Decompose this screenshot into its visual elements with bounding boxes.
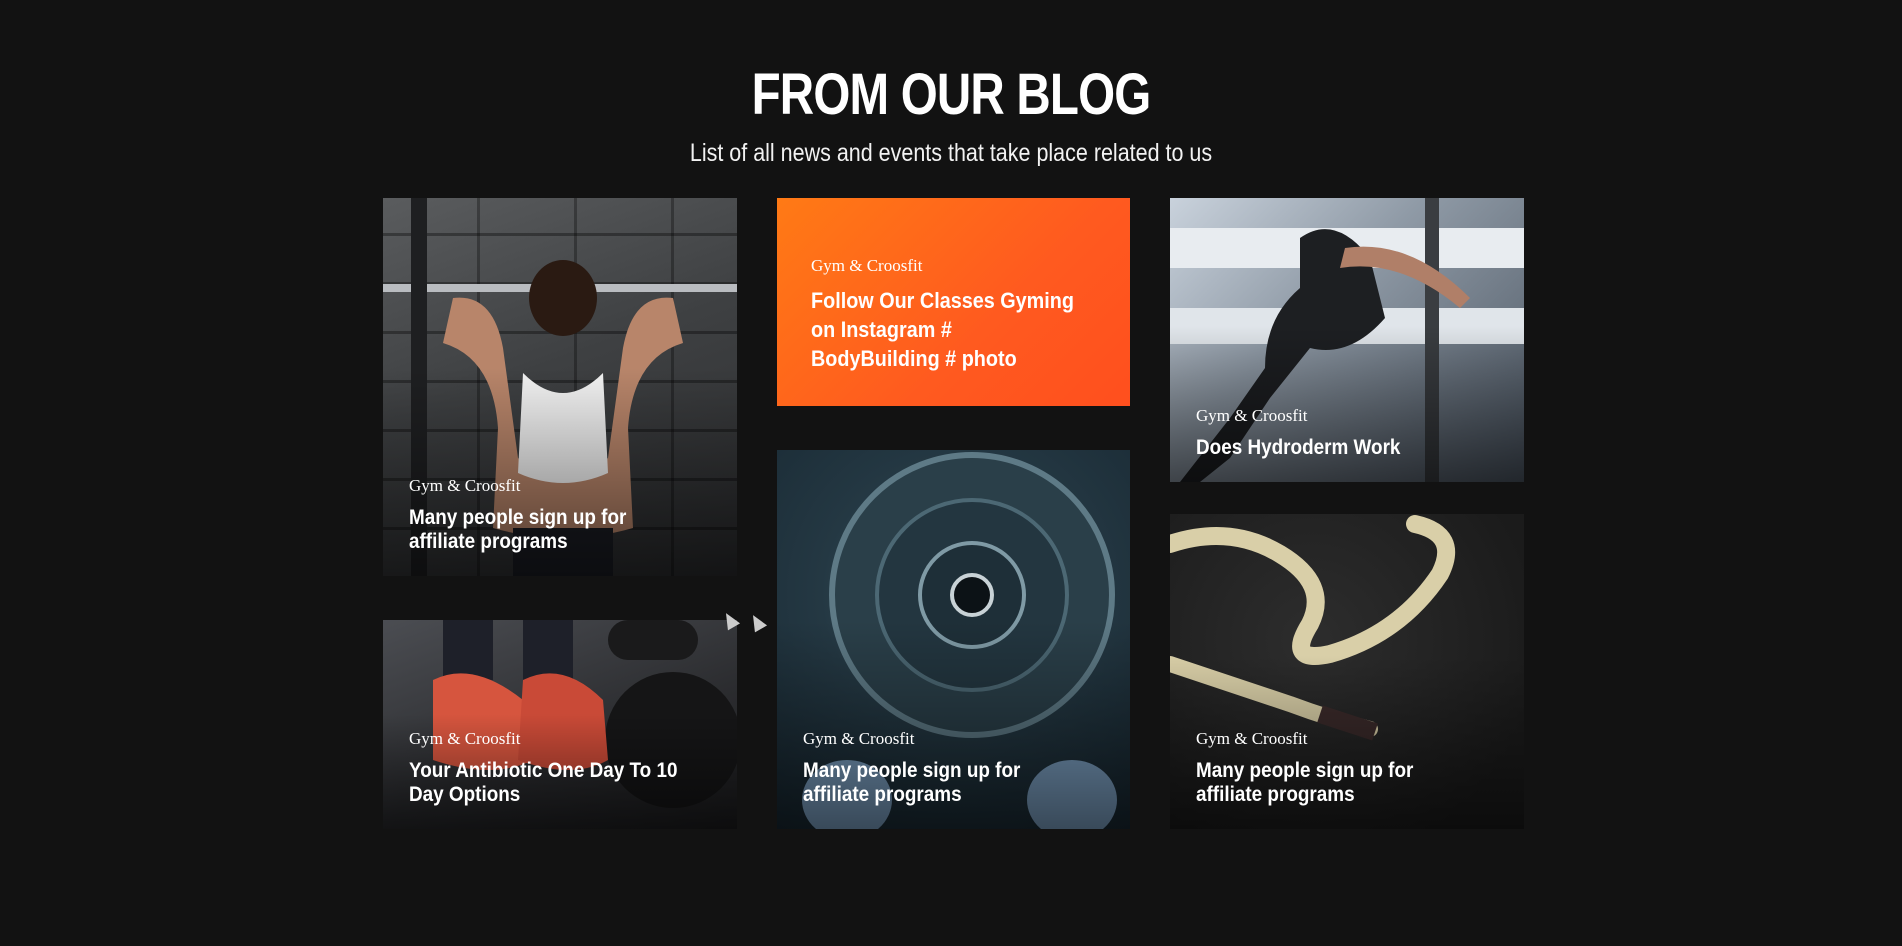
post-title[interactable]: Your Antibiotic One Day To 10 Day Option… <box>409 759 681 807</box>
post-category[interactable]: Gym & Croosfit <box>811 256 1104 276</box>
blog-card[interactable]: Gym & Croosfit Many people sign up for a… <box>383 198 737 576</box>
post-category[interactable]: Gym & Croosfit <box>803 729 1104 749</box>
blog-card[interactable]: Gym & Croosfit Does Hydroderm Work <box>1170 198 1524 482</box>
mouse-cursor-icon <box>746 611 768 633</box>
post-title[interactable]: Many people sign up for affiliate progra… <box>409 506 681 554</box>
post-title[interactable]: Follow Our Classes Gyming on Instagram #… <box>811 286 1075 373</box>
blog-card-featured[interactable]: Gym & Croosfit Follow Our Classes Gyming… <box>777 198 1130 406</box>
post-title[interactable]: Does Hydroderm Work <box>1196 436 1468 460</box>
blog-card[interactable]: Gym & Croosfit Your Antibiotic One Day T… <box>383 620 737 829</box>
post-category[interactable]: Gym & Croosfit <box>1196 729 1498 749</box>
blog-header: FROM OUR BLOG List of all news and event… <box>0 58 1902 168</box>
post-category[interactable]: Gym & Croosfit <box>409 729 711 749</box>
section-subtitle: List of all news and events that take pl… <box>689 139 1213 167</box>
section-title: FROM OUR BLOG <box>751 62 1152 127</box>
post-title[interactable]: Many people sign up for affiliate progra… <box>1196 759 1468 807</box>
post-category[interactable]: Gym & Croosfit <box>409 476 711 496</box>
post-title[interactable]: Many people sign up for affiliate progra… <box>803 759 1074 807</box>
blog-card[interactable]: Gym & Croosfit Many people sign up for a… <box>1170 514 1524 829</box>
blog-card[interactable]: Gym & Croosfit Many people sign up for a… <box>777 450 1130 829</box>
post-category[interactable]: Gym & Croosfit <box>1196 406 1498 426</box>
